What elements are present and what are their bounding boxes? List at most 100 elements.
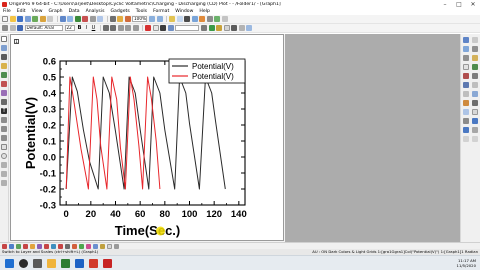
color-scale-icon[interactable] [472,64,479,70]
menu-help[interactable]: Help [199,9,209,14]
recalculate-icon[interactable] [74,16,81,22]
new-graph-icon[interactable] [32,16,38,22]
snap-icon[interactable] [462,109,469,115]
curved-arrow-icon[interactable] [1,126,7,132]
menu-analysis[interactable]: Analysis [86,9,105,14]
task-view-icon[interactable] [33,258,42,268]
3d-plot-icon[interactable] [51,243,56,249]
ungroup-icon[interactable] [462,118,469,124]
menu-view[interactable]: View [32,9,43,14]
line-color-icon[interactable] [160,25,166,31]
date-time-icon[interactable] [462,73,469,79]
windows-start-icon[interactable] [5,258,14,268]
project-explorer-icon[interactable] [169,16,175,22]
menu-window[interactable]: Window [175,9,193,14]
script-window-icon[interactable] [191,16,198,22]
duplicate-icon[interactable] [117,16,123,22]
command-window-icon[interactable] [184,16,190,22]
toolbar-overflow-icon[interactable] [472,136,479,142]
layer-icon[interactable] [2,25,8,31]
font-size-select[interactable]: 22 [64,25,75,31]
scatter-plot-icon[interactable] [9,243,14,249]
menu-graph[interactable]: Graph [49,9,63,14]
line-width-select[interactable] [175,25,199,31]
new-notes-icon[interactable] [47,16,53,22]
line-tool-icon[interactable] [1,135,7,141]
rectangle-tool-icon[interactable] [1,144,7,150]
line-symbol-plot-icon[interactable] [16,243,21,249]
minimize-icon[interactable]: – [438,0,452,8]
font-color-icon[interactable] [145,25,151,31]
region-tool-icon[interactable] [1,171,7,177]
menu-data[interactable]: Data [69,9,80,14]
refresh-icon[interactable] [109,16,116,22]
text-tool-icon[interactable]: T [1,108,7,114]
legend[interactable]: Potential(V)Potential(V) [168,58,246,84]
layer-1-icon[interactable] [462,82,469,88]
freehand-tool-icon[interactable] [1,180,7,186]
results-log-icon[interactable] [176,16,183,22]
search-icon[interactable] [19,258,28,268]
pattern-gallery-icon[interactable] [246,25,252,31]
new-matrix-icon[interactable] [39,16,46,22]
bar-plot-icon[interactable] [30,243,35,249]
copy-page-icon[interactable] [89,16,96,22]
import-icon[interactable] [59,16,66,22]
polygon-tool-icon[interactable] [1,162,7,168]
zoom-in-icon[interactable] [149,16,155,22]
swap-axis-icon[interactable] [472,100,479,106]
menu-tools[interactable]: Tools [136,9,147,14]
save-icon[interactable] [17,16,23,22]
subscript-icon[interactable] [110,25,116,31]
multi-panel-icon[interactable] [72,243,77,249]
maximize-icon[interactable]: □ [452,0,466,8]
export-icon[interactable] [97,16,103,22]
object-manager-icon[interactable] [462,136,469,142]
column-plot-icon[interactable] [23,243,28,249]
mask-icon[interactable] [1,99,7,105]
contour-plot-icon[interactable] [58,243,63,249]
new-workbook-icon[interactable] [24,16,31,22]
text-tool-icon[interactable] [9,25,16,31]
legend-icon[interactable] [472,55,479,61]
origin-taskbar-icon[interactable] [103,258,112,268]
pie-plot-icon[interactable] [37,243,42,249]
add-layer-icon[interactable] [472,37,479,43]
italic-button[interactable]: I [84,25,90,31]
arrow-tool-icon[interactable] [1,117,7,123]
close-icon[interactable]: ✕ [466,0,480,8]
line-style-icon[interactable] [201,25,207,31]
menu-gadgets[interactable]: Gadgets [111,9,130,14]
word-icon[interactable] [75,258,84,268]
apps-icon[interactable] [214,16,220,22]
menu-edit[interactable]: Edit [17,9,26,14]
layer-indicator[interactable]: 1 [14,39,19,44]
font-icon[interactable] [17,25,23,31]
pointer-icon[interactable] [1,36,7,42]
graph-window[interactable]: -0.3 -0.2 -0.1 0.0 0.1 0.2 0.3 0.4 0.5 0.6 0 20 40 60… [10,34,284,241]
excel-icon[interactable] [61,258,70,268]
rescale-icon[interactable] [462,46,469,52]
layer-contents-icon[interactable] [462,37,469,43]
menu-file[interactable]: File [3,9,11,14]
align-icon[interactable] [472,91,479,97]
more-plots-icon[interactable] [114,243,119,249]
bold-button[interactable]: B [77,25,83,31]
circle-tool-icon[interactable] [1,153,7,159]
vector-plot-icon[interactable] [100,243,105,249]
screen-reader-icon[interactable] [1,63,7,69]
back-icon[interactable] [462,127,469,133]
zoom-out-icon[interactable] [156,16,163,22]
batch-icon[interactable] [206,16,213,22]
menu-format[interactable]: Format [153,9,169,14]
rescale-x-icon[interactable] [472,46,479,52]
code-builder-icon[interactable] [124,16,131,22]
arrange-icon[interactable] [462,100,469,106]
front-icon[interactable] [472,118,479,124]
scale-icon[interactable] [1,54,7,60]
superscript-icon[interactable] [102,25,109,31]
underline-button[interactable]: U [91,25,97,31]
system-tray[interactable]: 11:17 AM 11/5/2020 [457,258,476,268]
zoom-select[interactable]: 100% [132,16,147,22]
greek-icon[interactable] [117,25,124,31]
